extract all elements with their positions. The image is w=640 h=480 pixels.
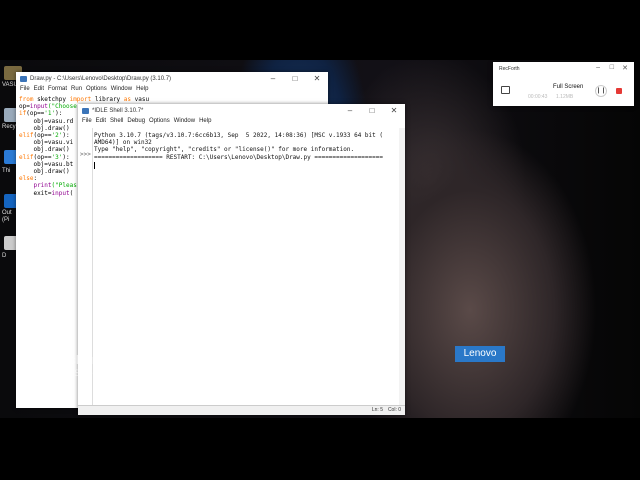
code-token: ("Pleas: [51, 182, 77, 190]
shell-title: *IDLE Shell 3.10.7*: [92, 108, 144, 114]
desktop-icon-label: Recy: [2, 124, 16, 130]
code-token: op=: [19, 103, 30, 111]
menu-shell[interactable]: Shell: [110, 118, 123, 124]
menu-file[interactable]: File: [82, 118, 92, 124]
recforth-title: RecForth: [499, 66, 520, 72]
vertical-scrollbar[interactable]: [399, 128, 405, 406]
menu-run[interactable]: Run: [71, 86, 82, 92]
code-token: elif: [19, 132, 34, 140]
stop-button[interactable]: [613, 85, 625, 97]
recording-elapsed: 00:00:43: [528, 94, 548, 100]
code-token: input: [51, 189, 70, 197]
code-token: from: [19, 96, 34, 103]
code-token: obj=vasu.bt: [33, 160, 74, 168]
shell-titlebar[interactable]: *IDLE Shell 3.10.7* – □ ✕: [78, 104, 405, 118]
close-icon[interactable]: ✕: [622, 64, 628, 72]
menu-file[interactable]: File: [20, 86, 30, 92]
column-indicator: Col: 0: [387, 407, 401, 413]
code-token: (op==: [26, 110, 45, 118]
shell-output-line: =================== RESTART: C:\Users\Le…: [94, 153, 383, 161]
code-token: ):: [62, 132, 70, 140]
code-token: import: [69, 96, 92, 103]
watermark-subtitle: UHD Screen Recorder: [52, 368, 143, 378]
line-indicator: Ln: 5: [371, 407, 383, 413]
maximize-icon[interactable]: □: [284, 72, 306, 86]
stop-icon: [616, 88, 622, 94]
code-token: input: [29, 103, 48, 111]
menu-format[interactable]: Format: [48, 86, 67, 92]
code-token: (op==: [33, 132, 52, 140]
code-token: (: [69, 189, 74, 197]
code-token: library: [91, 96, 124, 103]
text-cursor: [94, 161, 95, 169]
shell-output-line: Python 3.10.7 (tags/v3.10.7:6cc6b13, Sep…: [94, 132, 383, 139]
code-token: obj=vasu.vi: [33, 139, 74, 147]
code-token: print: [33, 182, 52, 190]
maximize-icon[interactable]: □: [361, 104, 383, 118]
menu-edit[interactable]: Edit: [34, 86, 44, 92]
lenovo-badge: Lenovo: [455, 346, 505, 362]
code-token: '2': [51, 132, 63, 140]
code-token: sketchpy: [33, 96, 70, 103]
minimize-icon[interactable]: –: [596, 64, 600, 71]
code-token: as: [123, 96, 132, 103]
code-token: (op==: [33, 153, 52, 161]
code-token: '3': [51, 153, 63, 161]
recording-mode: Full Screen: [553, 84, 584, 90]
menu-window[interactable]: Window: [174, 118, 195, 124]
python-shell-icon: [82, 108, 89, 114]
python-file-icon: [20, 76, 27, 82]
code-line: from sketchpy import library as vasu: [16, 96, 328, 103]
menu-edit[interactable]: Edit: [96, 118, 106, 124]
code-token: elif: [19, 153, 34, 161]
close-icon[interactable]: ✕: [306, 72, 328, 86]
close-icon[interactable]: ✕: [383, 104, 405, 118]
editor-titlebar[interactable]: Draw.py - C:\Users\Lenovo\Desktop\Draw.p…: [16, 72, 328, 86]
screen-mode-icon: [501, 86, 510, 94]
desktop-icon-label: D: [2, 253, 7, 259]
menu-options[interactable]: Options: [86, 86, 107, 92]
code-token: '1': [44, 110, 56, 118]
code-token: :: [33, 175, 38, 183]
code-token: ("Choose: [47, 103, 77, 111]
code-token: obj.draw(): [33, 168, 70, 176]
minimize-icon[interactable]: –: [339, 104, 361, 118]
code-token: ):: [55, 110, 63, 118]
code-token: else: [19, 175, 34, 183]
desktop-icon-label: Thi: [2, 168, 11, 174]
menu-help[interactable]: Help: [199, 118, 211, 124]
code-token: vasu: [131, 96, 150, 103]
shell-prompt: >>>: [80, 151, 91, 158]
shell-output-line: AMD64)] on win32: [94, 139, 152, 147]
code-token: obj.draw(): [33, 124, 70, 132]
menu-debug[interactable]: Debug: [127, 118, 145, 124]
menu-options[interactable]: Options: [149, 118, 170, 124]
shell-output[interactable]: Python 3.10.7 (tags/v3.10.7:6cc6b13, Sep…: [94, 132, 399, 169]
minimize-icon[interactable]: –: [262, 72, 284, 86]
desktop-icon-label: Out: [2, 210, 12, 216]
code-token: obj.draw(): [33, 146, 70, 154]
pause-button[interactable]: ❙❙: [595, 85, 607, 97]
editor-menubar: File Edit Format Run Options Window Help: [16, 86, 328, 96]
code-token: exit=: [33, 189, 52, 197]
editor-title: Draw.py - C:\Users\Lenovo\Desktop\Draw.p…: [30, 76, 172, 82]
menu-window[interactable]: Window: [111, 86, 132, 92]
desktop-icon-label: (Pi: [2, 217, 10, 223]
recording-size: 1.12MB: [556, 94, 574, 100]
code-token: ):: [62, 153, 70, 161]
code-token: obj=vasu.rd: [33, 117, 74, 125]
shell-output-line: Type "help", "copyright", "credits" or "…: [94, 146, 355, 154]
shell-menubar: File Edit Shell Debug Options Window Help: [78, 118, 405, 128]
watermark-title: RecForth: [52, 352, 110, 367]
shell-statusbar: Ln: 5 Col: 0: [78, 405, 405, 415]
maximize-icon[interactable]: □: [610, 64, 614, 71]
recforth-logo-icon: [16, 352, 46, 382]
menu-help[interactable]: Help: [136, 86, 148, 92]
